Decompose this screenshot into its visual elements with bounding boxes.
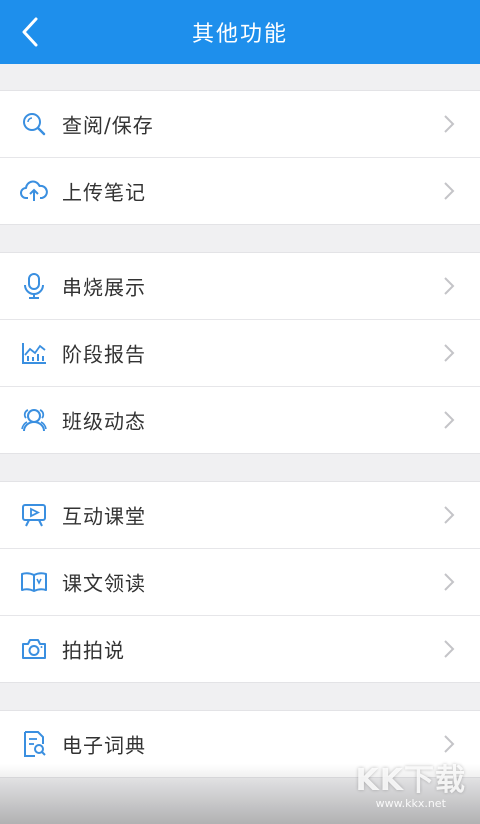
page-title: 其他功能 bbox=[191, 22, 288, 47]
chevron-left-icon bbox=[22, 17, 38, 47]
chevron-right-icon bbox=[444, 115, 455, 133]
menu-group-1: 查阅/保存 上传笔记 bbox=[0, 90, 480, 225]
menu-item-label: 查阅/保存 bbox=[62, 113, 154, 138]
menu-item-label: 拍拍说 bbox=[62, 638, 125, 663]
menu-item-showcase[interactable]: 串烧展示 bbox=[0, 253, 480, 319]
screen-play-icon bbox=[20, 501, 48, 529]
cloud-upload-icon bbox=[20, 177, 48, 205]
menu-item-upload-notes[interactable]: 上传笔记 bbox=[0, 157, 480, 224]
menu-item-text-reading[interactable]: 课文领读 bbox=[0, 548, 480, 615]
menu-item-label: 班级动态 bbox=[62, 409, 146, 434]
chevron-right-icon bbox=[444, 344, 455, 362]
microphone-icon bbox=[20, 272, 48, 300]
menu-item-interactive-class[interactable]: 互动课堂 bbox=[0, 482, 480, 548]
menu-item-snap-speak[interactable]: 拍拍说 bbox=[0, 615, 480, 682]
chevron-right-icon bbox=[444, 640, 455, 658]
chevron-right-icon bbox=[444, 506, 455, 524]
menu-item-label: 串烧展示 bbox=[62, 275, 146, 300]
watermark: KK下载 www.kkx.net bbox=[356, 755, 467, 810]
app-header: 其他功能 bbox=[0, 0, 480, 64]
menu-item-label: 互动课堂 bbox=[62, 504, 146, 529]
group-icon bbox=[20, 406, 48, 434]
watermark-logo: KK下载 bbox=[355, 763, 466, 798]
chevron-right-icon bbox=[444, 735, 455, 753]
chart-icon bbox=[20, 339, 48, 367]
menu-item-class-news[interactable]: 班级动态 bbox=[0, 386, 480, 453]
menu-group-2: 串烧展示 阶段报告 班级动态 bbox=[0, 252, 480, 454]
menu-group-3: 互动课堂 课文领读 拍拍说 bbox=[0, 481, 480, 683]
menu-item-label: 电子词典 bbox=[62, 733, 146, 758]
chevron-right-icon bbox=[444, 573, 455, 591]
book-icon bbox=[20, 568, 48, 596]
menu-item-stage-report[interactable]: 阶段报告 bbox=[0, 319, 480, 386]
chevron-right-icon bbox=[444, 182, 455, 200]
chevron-right-icon bbox=[444, 277, 455, 295]
back-button[interactable] bbox=[20, 12, 60, 52]
menu-item-label: 上传笔记 bbox=[62, 180, 146, 205]
chevron-right-icon bbox=[444, 411, 455, 429]
menu-item-label: 阶段报告 bbox=[62, 342, 146, 367]
menu-item-label: 课文领读 bbox=[62, 571, 146, 596]
dictionary-icon bbox=[20, 730, 48, 758]
menu-item-browse-save[interactable]: 查阅/保存 bbox=[0, 91, 480, 157]
camera-icon bbox=[20, 635, 48, 663]
search-icon bbox=[20, 110, 48, 138]
